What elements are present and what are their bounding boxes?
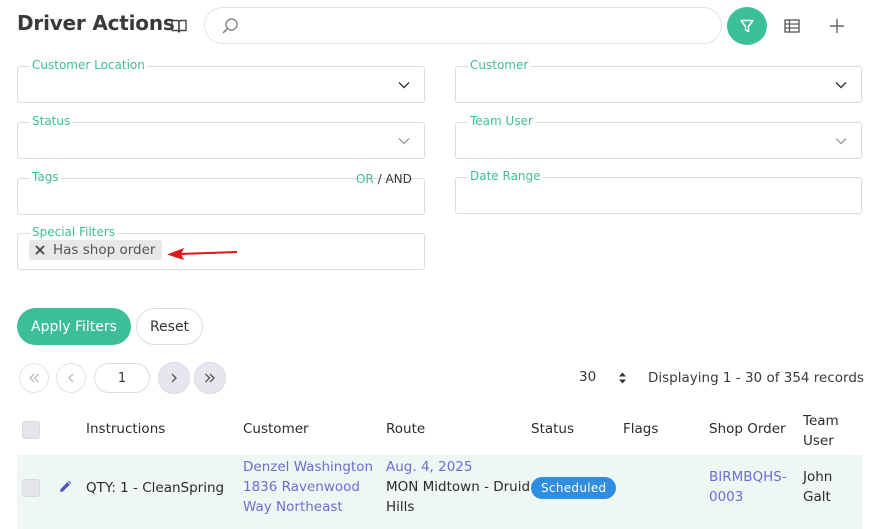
- cell-team-user: John Galt: [803, 467, 832, 507]
- page-title: Driver Actions: [17, 11, 175, 35]
- route-date-link[interactable]: Aug. 4, 2025: [386, 457, 530, 477]
- cell-route: Aug. 4, 2025 MON Midtown - Druid Hills: [386, 457, 530, 517]
- date-range-label: Date Range: [468, 169, 543, 183]
- per-page-select[interactable]: 30: [579, 369, 596, 385]
- search-input[interactable]: [247, 14, 707, 38]
- col-header-status[interactable]: Status: [531, 421, 574, 437]
- shop-order-line1[interactable]: BIRMBQHS-: [709, 467, 787, 487]
- shop-order-line2[interactable]: 0003: [709, 487, 787, 507]
- filter-icon: [740, 19, 754, 33]
- chevron-down-icon: [398, 82, 410, 89]
- tags-or-option[interactable]: OR: [356, 172, 374, 186]
- table-view-icon[interactable]: [784, 19, 800, 33]
- status-select[interactable]: [17, 122, 425, 159]
- status-badge: Scheduled: [531, 477, 617, 499]
- search-box[interactable]: [204, 7, 722, 44]
- col-header-shop-order[interactable]: Shop Order: [709, 421, 786, 437]
- chevron-right-icon: [171, 373, 177, 383]
- tags-and-option[interactable]: AND: [385, 172, 411, 186]
- records-count-text: Displaying 1 - 30 of 354 records: [648, 370, 864, 386]
- customer-label: Customer: [468, 58, 531, 72]
- row-checkbox[interactable]: [22, 479, 40, 497]
- cell-shop-order[interactable]: BIRMBQHS- 0003: [709, 467, 787, 507]
- status-label: Status: [30, 114, 73, 128]
- team-user-last: Galt: [803, 489, 831, 505]
- cell-customer[interactable]: Denzel Washington 1836 Ravenwood Way Nor…: [243, 457, 373, 517]
- tags-separator: /: [373, 172, 386, 186]
- select-all-checkbox[interactable]: [22, 421, 40, 439]
- apply-filters-button[interactable]: Apply Filters: [17, 308, 131, 345]
- chevron-down-icon: [835, 82, 847, 89]
- reset-button[interactable]: Reset: [136, 308, 203, 345]
- close-icon[interactable]: [35, 245, 45, 255]
- chevron-down-icon: [398, 138, 410, 145]
- chevrons-right-icon: [205, 373, 215, 383]
- team-user-label: Team User: [468, 114, 535, 128]
- route-name-line1: MON Midtown - Druid: [386, 479, 531, 495]
- prev-page-button[interactable]: [56, 363, 86, 393]
- first-page-button[interactable]: [19, 363, 49, 393]
- special-filters-label: Special Filters: [30, 225, 118, 239]
- col-header-team-user-line2: User: [803, 433, 834, 449]
- pencil-icon[interactable]: [58, 480, 72, 494]
- add-icon[interactable]: [829, 18, 845, 34]
- last-page-button[interactable]: [194, 362, 226, 394]
- chevrons-left-icon: [29, 373, 39, 383]
- cell-instructions: QTY: 1 - CleanSpring: [86, 480, 225, 496]
- tags-label: Tags: [30, 170, 61, 184]
- chevron-down-icon: [835, 138, 847, 145]
- filter-chip-label: Has shop order: [53, 242, 156, 258]
- col-header-route[interactable]: Route: [386, 421, 425, 437]
- col-header-team-user-line1: Team: [803, 413, 839, 429]
- col-header-instructions[interactable]: Instructions: [86, 421, 165, 437]
- next-page-button[interactable]: [158, 362, 190, 394]
- col-header-team-user[interactable]: Team User: [803, 411, 839, 451]
- filter-chip: Has shop order: [29, 240, 163, 260]
- col-header-flags[interactable]: Flags: [623, 421, 658, 437]
- customer-address-line1[interactable]: 1836 Ravenwood: [243, 477, 373, 497]
- customer-location-label: Customer Location: [30, 58, 147, 72]
- page-number-input[interactable]: [94, 363, 150, 393]
- col-header-customer[interactable]: Customer: [243, 421, 309, 437]
- tags-logic-toggle[interactable]: OR / AND: [356, 172, 412, 186]
- customer-address-line2[interactable]: Way Northeast: [243, 497, 373, 517]
- search-icon: [222, 18, 238, 34]
- book-icon[interactable]: [170, 17, 188, 35]
- team-user-first: John: [803, 469, 833, 485]
- filter-toggle-button[interactable]: [727, 7, 767, 45]
- customer-name-link[interactable]: Denzel Washington: [243, 457, 373, 477]
- route-name-line2: Hills: [386, 499, 415, 515]
- sort-arrows-icon[interactable]: [618, 372, 627, 384]
- annotation-arrow-icon: [167, 248, 238, 260]
- chevron-left-icon: [68, 373, 74, 383]
